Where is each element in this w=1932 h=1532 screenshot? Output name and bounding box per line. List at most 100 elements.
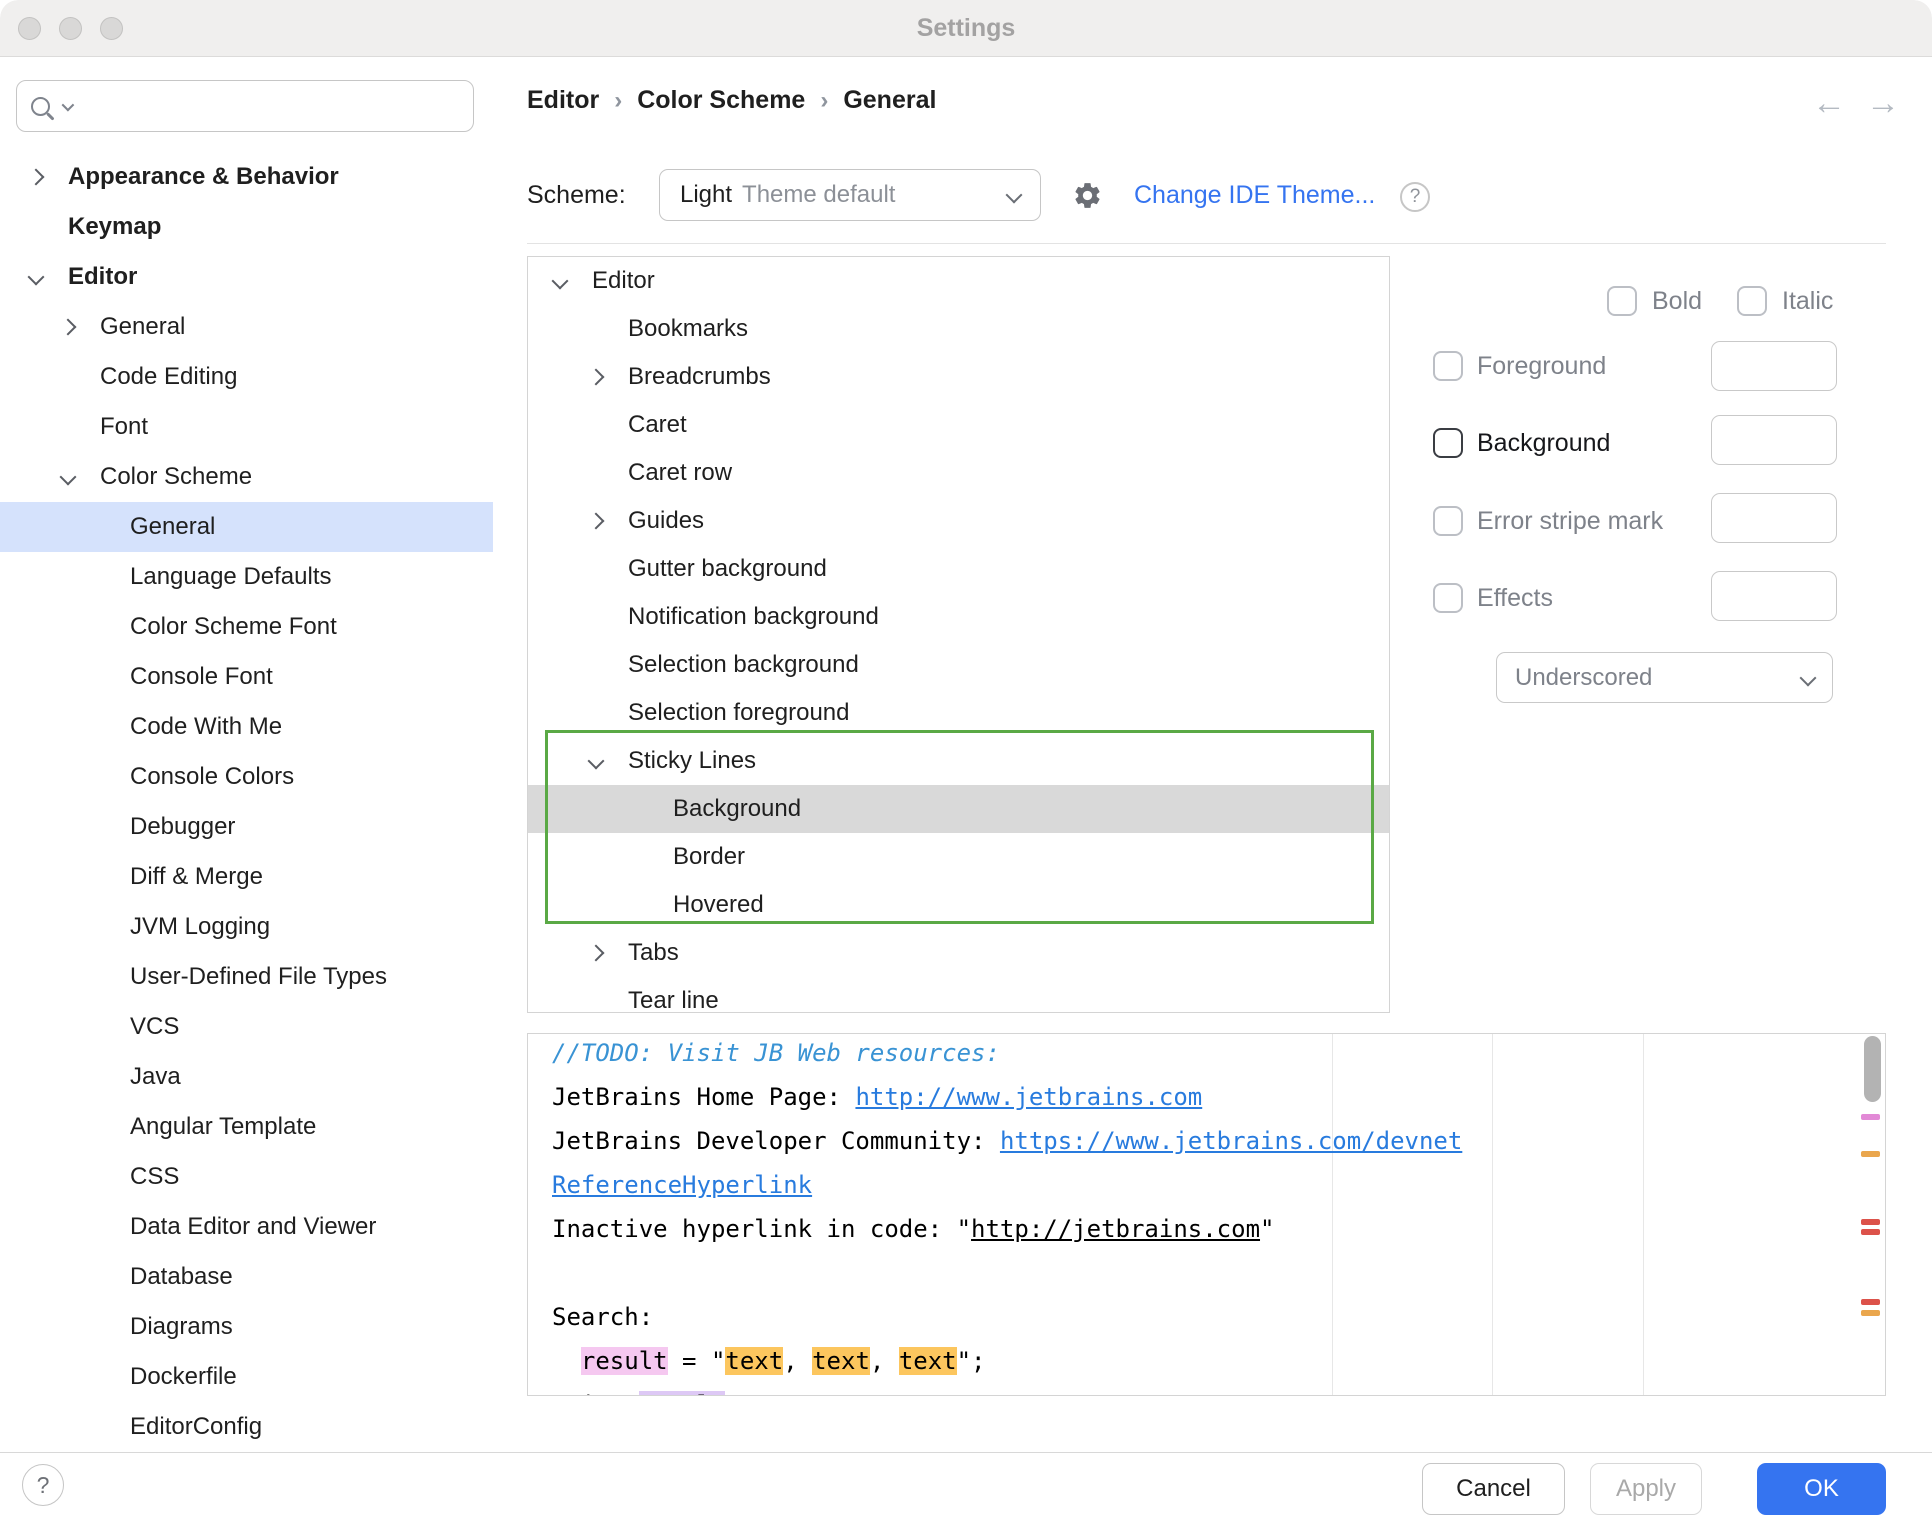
search-icon[interactable] [31, 97, 50, 116]
scheme-select[interactable]: Light Theme default [659, 169, 1041, 221]
sidebar-item-debugger[interactable]: Debugger [0, 802, 493, 852]
back-icon[interactable]: ← [1812, 84, 1846, 123]
sidebar-item-console-colors[interactable]: Console Colors [0, 752, 493, 802]
sidebar-item-css[interactable]: CSS [0, 1152, 493, 1202]
scheme-help-icon[interactable]: ? [1400, 182, 1430, 212]
tree-row-selection-foreground[interactable]: Selection foreground [528, 689, 1389, 737]
chevron-down-icon[interactable] [588, 753, 605, 770]
sidebar-item-general[interactable]: General [0, 302, 493, 352]
code-segment-link[interactable]: ReferenceHyperlink [552, 1171, 812, 1199]
preview-scrollbar-thumb[interactable] [1864, 1036, 1881, 1102]
error-stripe-checkbox[interactable] [1433, 506, 1463, 536]
tree-row-background[interactable]: Background [528, 785, 1389, 833]
error-stripe-mark[interactable] [1861, 1219, 1880, 1225]
chevron-right-icon[interactable] [588, 369, 605, 386]
sidebar-item-editorconfig[interactable]: EditorConfig [0, 1402, 493, 1452]
code-segment-inactive[interactable]: http://jetbrains.com [971, 1215, 1260, 1243]
sidebar-item-diff-merge[interactable]: Diff & Merge [0, 852, 493, 902]
tree-row-hovered[interactable]: Hovered [528, 881, 1389, 929]
ok-button[interactable]: OK [1757, 1463, 1886, 1515]
code-segment-plain[interactable]: JetBrains Home Page: [552, 1083, 855, 1111]
settings-search-box[interactable] [16, 80, 474, 132]
sidebar-item-console-font[interactable]: Console Font [0, 652, 493, 702]
foreground-checkbox[interactable] [1433, 351, 1463, 381]
error-stripe-mark[interactable] [1861, 1114, 1880, 1120]
effect-type-select[interactable]: Underscored [1496, 652, 1833, 703]
tree-row-caret[interactable]: Caret [528, 401, 1389, 449]
cancel-button[interactable]: Cancel [1422, 1463, 1565, 1515]
tree-row-gutter-background[interactable]: Gutter background [528, 545, 1389, 593]
code-segment-link[interactable]: https://www.jetbrains.com/devnet [1000, 1127, 1462, 1155]
sidebar-item-jvm-logging[interactable]: JVM Logging [0, 902, 493, 952]
bold-checkbox[interactable] [1607, 286, 1637, 316]
sidebar-item-keymap[interactable]: Keymap [0, 202, 493, 252]
tree-row-tear-line[interactable]: Tear line [528, 977, 1389, 1013]
apply-button[interactable]: Apply [1590, 1463, 1702, 1515]
code-segment-plain[interactable]: int [552, 1391, 639, 1396]
effects-checkbox[interactable] [1433, 583, 1463, 613]
effects-color-swatch[interactable] [1711, 571, 1837, 621]
error-stripe-mark[interactable] [1861, 1151, 1880, 1157]
code-segment-plain[interactable]: , [870, 1347, 899, 1375]
error-stripe-mark[interactable] [1861, 1229, 1880, 1235]
tree-row-bookmarks[interactable]: Bookmarks [528, 305, 1389, 353]
chevron-right-icon[interactable] [60, 319, 77, 336]
foreground-color-swatch[interactable] [1711, 341, 1837, 391]
code-segment-amber[interactable]: text [812, 1347, 870, 1375]
breadcrumb-editor[interactable]: Editor [527, 86, 599, 115]
sidebar-item-editor[interactable]: Editor [0, 252, 493, 302]
code-segment-plain[interactable]: , [783, 1347, 812, 1375]
chevron-right-icon[interactable] [588, 513, 605, 530]
background-color-swatch[interactable] [1711, 415, 1837, 465]
chevron-down-icon[interactable] [552, 273, 569, 290]
sidebar-item-color-scheme[interactable]: Color Scheme [0, 452, 493, 502]
chevron-right-icon[interactable] [588, 945, 605, 962]
code-segment-amber[interactable]: text [899, 1347, 957, 1375]
chevron-down-icon[interactable] [28, 269, 45, 286]
sidebar-item-code-editing[interactable]: Code Editing [0, 352, 493, 402]
code-segment-amber[interactable]: text [725, 1347, 783, 1375]
settings-search-input[interactable] [77, 92, 459, 121]
tree-row-sticky-lines[interactable]: Sticky Lines [528, 737, 1389, 785]
sidebar-item-code-with-me[interactable]: Code With Me [0, 702, 493, 752]
change-ide-theme-link[interactable]: Change IDE Theme... [1134, 181, 1375, 210]
background-checkbox[interactable] [1433, 428, 1463, 458]
sidebar-item-java[interactable]: Java [0, 1052, 493, 1102]
tree-row-tabs[interactable]: Tabs [528, 929, 1389, 977]
error-stripe-color-swatch[interactable] [1711, 493, 1837, 543]
code-segment-plain[interactable]: Inactive hyperlink in code: " [552, 1215, 971, 1243]
tree-row-selection-background[interactable]: Selection background [528, 641, 1389, 689]
code-segment-plain[interactable]: "; [957, 1347, 986, 1375]
code-segment-plain[interactable]: Search: [552, 1303, 653, 1331]
sidebar-item-general[interactable]: General [0, 502, 493, 552]
tree-row-editor[interactable]: Editor [528, 257, 1389, 305]
sidebar-item-diagrams[interactable]: Diagrams [0, 1302, 493, 1352]
help-icon[interactable]: ? [22, 1464, 64, 1506]
tree-row-notification-background[interactable]: Notification background [528, 593, 1389, 641]
sidebar-item-appearance-behavior[interactable]: Appearance & Behavior [0, 152, 493, 202]
code-segment-plain[interactable] [552, 1347, 581, 1375]
code-segment-link[interactable]: http://www.jetbrains.com [855, 1083, 1202, 1111]
breadcrumb-color-scheme[interactable]: Color Scheme [637, 86, 805, 115]
tree-row-guides[interactable]: Guides [528, 497, 1389, 545]
error-stripe-mark[interactable] [1861, 1299, 1880, 1305]
code-segment-plain[interactable]: = " [668, 1347, 726, 1375]
tree-row-caret-row[interactable]: Caret row [528, 449, 1389, 497]
chevron-down-icon[interactable] [60, 469, 77, 486]
code-segment-purple[interactable]: result [639, 1391, 726, 1396]
search-options-chevron-icon[interactable] [62, 98, 75, 111]
sidebar-item-data-editor-and-viewer[interactable]: Data Editor and Viewer [0, 1202, 493, 1252]
italic-checkbox[interactable] [1737, 286, 1767, 316]
tree-row-border[interactable]: Border [528, 833, 1389, 881]
sidebar-item-dockerfile[interactable]: Dockerfile [0, 1352, 493, 1402]
code-segment-plain[interactable]: " [1260, 1215, 1274, 1243]
sidebar-item-database[interactable]: Database [0, 1252, 493, 1302]
forward-icon[interactable]: → [1866, 84, 1900, 123]
code-segment-plain[interactable]: JetBrains Developer Community: [552, 1127, 1000, 1155]
sidebar-item-font[interactable]: Font [0, 402, 493, 452]
code-segment-todo[interactable]: //TODO: Visit JB Web resources: [552, 1039, 1000, 1067]
sidebar-item-user-defined-file-types[interactable]: User-Defined File Types [0, 952, 493, 1002]
tree-row-breadcrumbs[interactable]: Breadcrumbs [528, 353, 1389, 401]
sidebar-item-angular-template[interactable]: Angular Template [0, 1102, 493, 1152]
code-segment-pink[interactable]: result [581, 1347, 668, 1375]
